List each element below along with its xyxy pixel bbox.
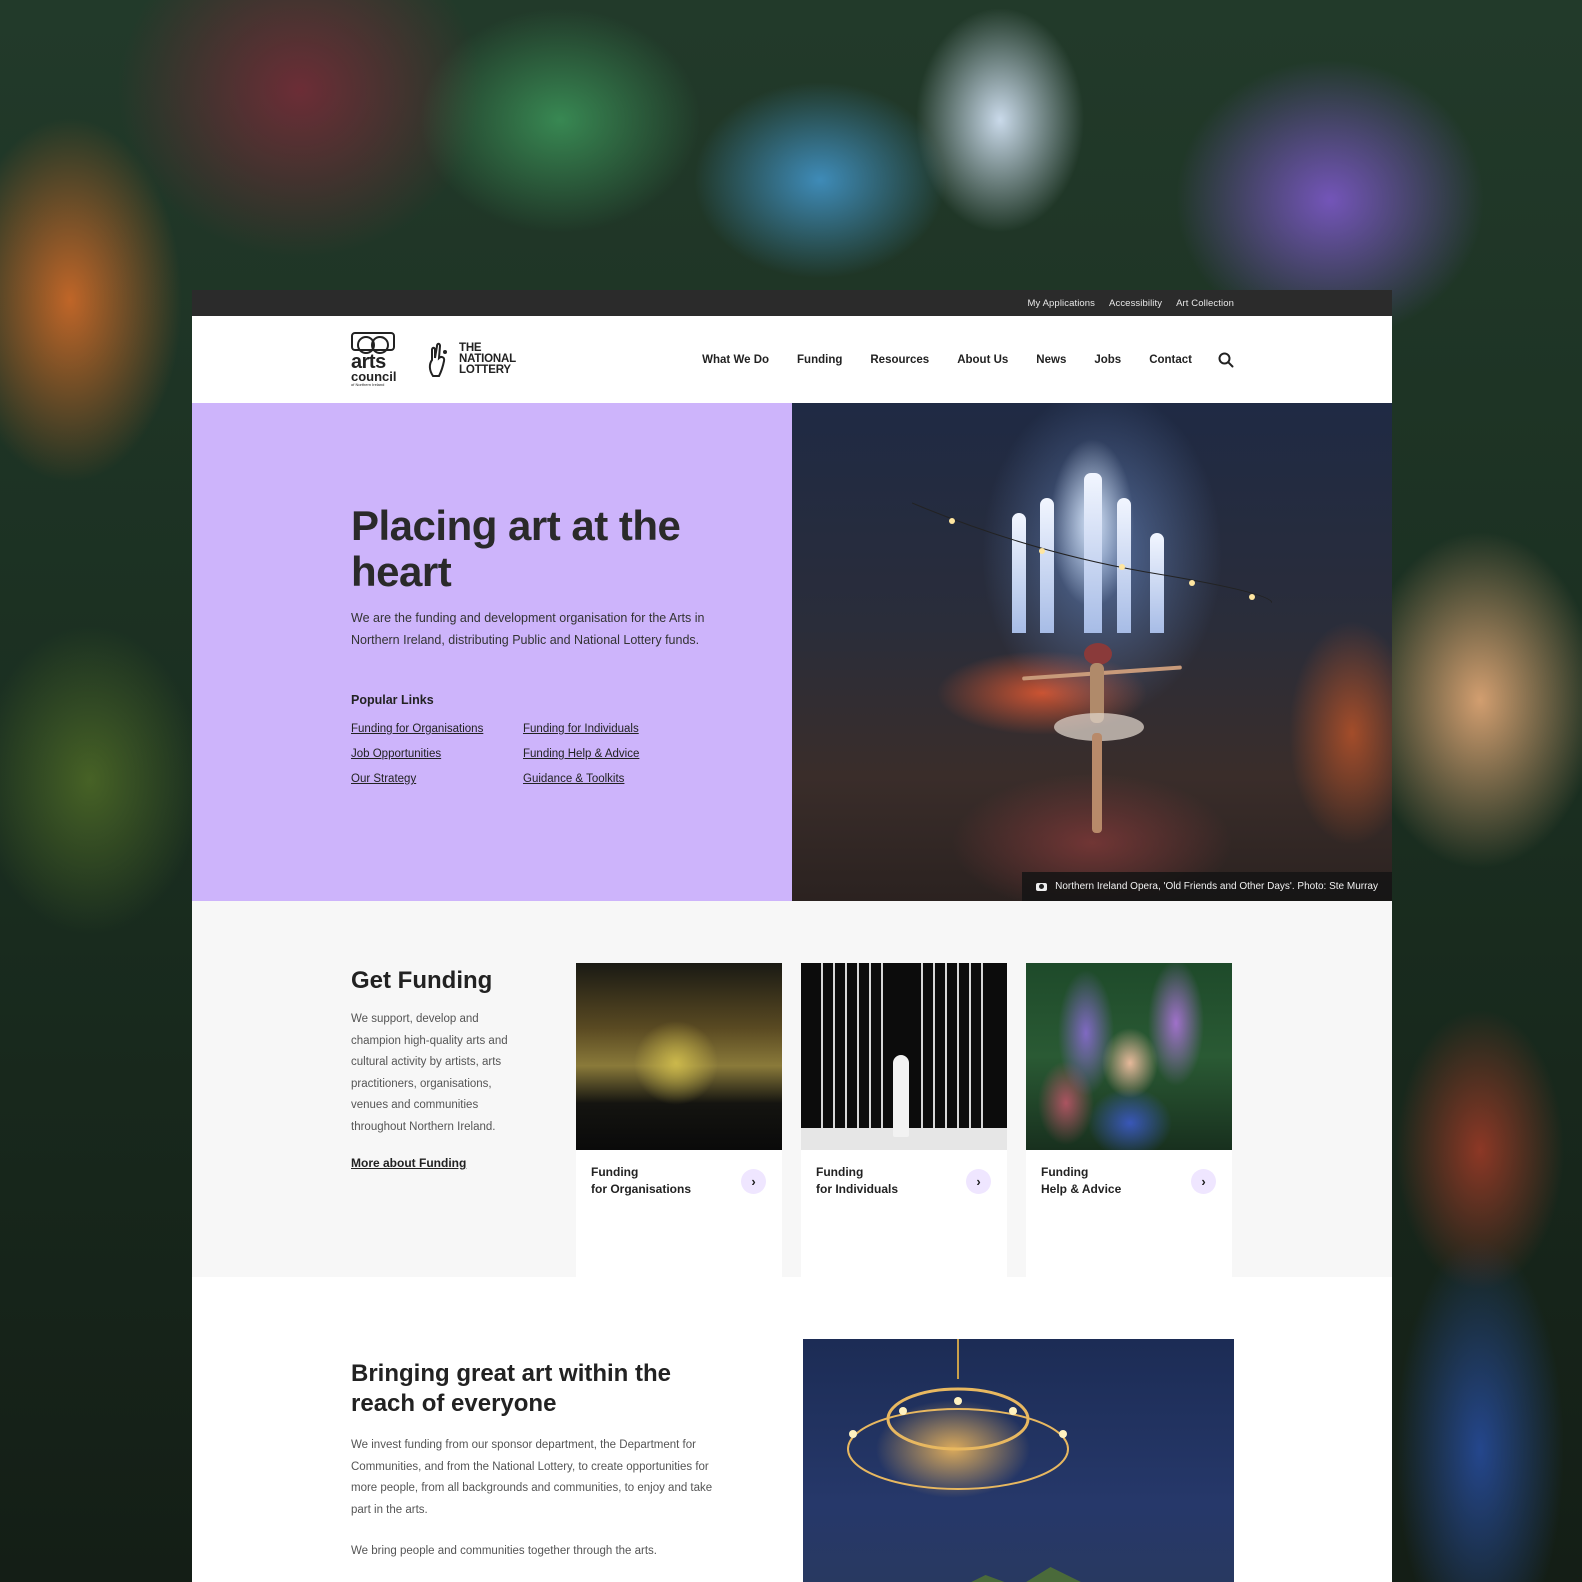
hero-title: Placing art at the heart [351, 502, 681, 595]
funding-card-help-advice[interactable]: Funding Help & Advice › [1026, 963, 1232, 1277]
main-nav: What We Do Funding Resources About Us Ne… [702, 352, 1234, 368]
popular-link-guidance-toolkits[interactable]: Guidance & Toolkits [523, 771, 723, 787]
arts-council-mark-icon [351, 331, 395, 354]
popular-link-our-strategy[interactable]: Our Strategy [351, 771, 523, 787]
logo-word-arts: arts [351, 350, 386, 373]
popular-link-funding-organisations[interactable]: Funding for Organisations [351, 721, 523, 737]
website-frame: My Applications Accessibility Art Collec… [192, 290, 1392, 1582]
funding-title: Get Funding [351, 967, 493, 994]
funding-card-organisations[interactable]: Funding for Organisations › [576, 963, 782, 1277]
card-label: Funding for Organisations [591, 1165, 692, 1196]
search-icon[interactable] [1218, 352, 1234, 368]
lottery-word-lottery: LOTTERY [459, 364, 511, 376]
hero-image: Northern Ireland Opera, 'Old Friends and… [792, 403, 1392, 901]
arts-council-logo[interactable]: arts council of Northern Ireland [351, 331, 397, 388]
national-lottery-logo[interactable]: THE NATIONAL LOTTERY [425, 342, 516, 378]
hero-intro: We are the funding and development organ… [351, 611, 705, 647]
reach-section: Bringing great art within the reach of e… [192, 1277, 1392, 1582]
caption-text: Northern Ireland Opera, 'Old Friends and… [1055, 881, 1378, 892]
popular-link-job-opportunities[interactable]: Job Opportunities [351, 746, 523, 762]
flowers-image [1026, 963, 1232, 1150]
nav-contact[interactable]: Contact [1149, 354, 1192, 366]
funding-card-individuals[interactable]: Funding for Individuals › [801, 963, 1007, 1277]
funding-intro: Get Funding We support, develop and cham… [351, 963, 576, 1277]
logo-subtitle: of Northern Ireland [351, 381, 385, 387]
image-caption: Northern Ireland Opera, 'Old Friends and… [1022, 872, 1392, 901]
nav-news[interactable]: News [1036, 354, 1066, 366]
camera-icon [1036, 882, 1048, 891]
nav-resources[interactable]: Resources [870, 354, 929, 366]
funding-text: We support, develop and champion high-qu… [351, 1013, 508, 1133]
hero-text-panel: Placing art at the heart We are the fund… [192, 403, 792, 901]
logo-word-council: council [351, 368, 397, 384]
utility-link-my-applications[interactable]: My Applications [1028, 298, 1096, 309]
card-label: Funding Help & Advice [1041, 1165, 1122, 1196]
reach-paragraph-1: We invest funding from our sponsor depar… [351, 1439, 713, 1516]
crossed-fingers-icon [425, 342, 453, 378]
chevron-right-icon[interactable]: › [741, 1168, 766, 1194]
card-label: Funding for Individuals [816, 1165, 899, 1196]
utility-link-art-collection[interactable]: Art Collection [1176, 298, 1234, 309]
nav-about-us[interactable]: About Us [957, 354, 1008, 366]
chandelier-image [803, 1339, 1234, 1582]
more-about-funding-link[interactable]: More about Funding [351, 1156, 466, 1170]
chevron-right-icon[interactable]: › [1191, 1168, 1216, 1194]
popular-link-funding-individuals[interactable]: Funding for Individuals [523, 721, 723, 737]
hero-section: Placing art at the heart We are the fund… [192, 403, 1392, 901]
nav-jobs[interactable]: Jobs [1094, 354, 1121, 366]
utility-bar: My Applications Accessibility Art Collec… [192, 290, 1392, 316]
dancer-strings-image [801, 963, 1007, 1150]
popular-links-title: Popular Links [351, 693, 434, 707]
funding-cards: Funding for Organisations › Funding for … [576, 963, 1232, 1277]
utility-link-accessibility[interactable]: Accessibility [1109, 298, 1162, 309]
reach-title: Bringing great art within the reach of e… [351, 1360, 672, 1417]
nav-funding[interactable]: Funding [797, 354, 842, 366]
get-funding-section: Get Funding We support, develop and cham… [192, 901, 1392, 1277]
chevron-right-icon[interactable]: › [966, 1168, 991, 1194]
reach-paragraph-2: We bring people and communities together… [351, 1545, 657, 1557]
popular-link-funding-help[interactable]: Funding Help & Advice [523, 746, 723, 762]
orchestra-image [576, 963, 782, 1150]
popular-links: Funding for Organisations Funding for In… [351, 721, 792, 787]
site-header: arts council of Northern Ireland THE NAT… [192, 316, 1392, 403]
reach-text: Bringing great art within the reach of e… [351, 1339, 801, 1577]
string-lights [912, 502, 1272, 604]
nav-what-we-do[interactable]: What We Do [702, 354, 769, 366]
